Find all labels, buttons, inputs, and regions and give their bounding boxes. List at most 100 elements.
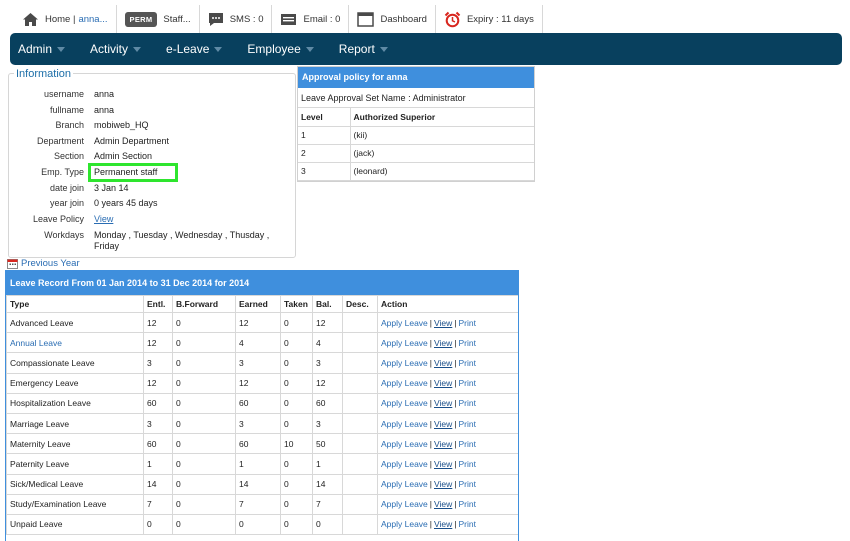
info-row-section: Section Admin Section <box>9 151 297 162</box>
leave-bal: 7 <box>312 493 343 515</box>
leave-taken: 0 <box>280 513 313 536</box>
info-label: fullname <box>49 104 84 115</box>
sms-link[interactable]: SMS : 0 <box>200 5 273 33</box>
view-link[interactable]: View <box>434 459 452 469</box>
print-link[interactable]: Print <box>459 378 476 388</box>
leave-actions: Apply Leave | View | Print <box>377 433 518 455</box>
apply-leave-link[interactable]: Apply Leave <box>381 479 428 489</box>
apply-leave-link[interactable]: Apply Leave <box>381 499 428 509</box>
apply-leave-link[interactable]: Apply Leave <box>381 338 428 348</box>
apply-leave-link[interactable]: Apply Leave <box>381 318 428 328</box>
view-link[interactable]: View <box>434 338 452 348</box>
print-link[interactable]: Print <box>459 398 476 408</box>
approval-set-name: Leave Approval Set Name : Administrator <box>298 88 534 108</box>
caret-down-icon <box>305 46 314 52</box>
view-link[interactable]: View <box>434 398 452 408</box>
leave-record-body: Advanced Leave 12 0 12 0 12 Apply Leave | View | P… <box>6 311 518 536</box>
nav-admin[interactable]: Admin <box>10 42 73 56</box>
info-value: anna <box>94 104 115 115</box>
print-link[interactable]: Print <box>459 519 476 529</box>
leave-bal: 1 <box>312 453 343 475</box>
info-value: 0 years 45 days <box>94 198 158 208</box>
print-link[interactable]: Print <box>459 419 476 429</box>
apply-leave-link[interactable]: Apply Leave <box>381 459 428 469</box>
leave-entl: 12 <box>143 372 173 394</box>
leave-type: Unpaid Leave <box>6 513 144 536</box>
nav-eleave[interactable]: e-Leave <box>158 42 230 56</box>
apply-leave-link[interactable]: Apply Leave <box>381 419 428 429</box>
info-value: Admin Department <box>94 135 170 146</box>
leave-actions: Apply Leave | View | Print <box>377 352 518 374</box>
nav-report[interactable]: Report <box>331 42 396 56</box>
leave-actions: Apply Leave | View | Print <box>377 473 518 495</box>
expiry-link[interactable]: Expiry : 11 days <box>436 5 543 33</box>
leave-actions: Apply Leave | View | Print <box>377 332 518 354</box>
print-link[interactable]: Print <box>459 358 476 368</box>
info-value: mobiweb_HQ <box>94 120 149 130</box>
home-link[interactable]: Home | anna... <box>14 5 117 33</box>
dashboard-link[interactable]: Dashboard <box>349 5 436 33</box>
caret-down-icon <box>133 46 142 52</box>
view-link[interactable]: View <box>434 439 452 449</box>
action-separator: | <box>429 418 433 429</box>
view-link[interactable]: View <box>434 318 452 328</box>
top-bar: Home | anna... PERM Staff... SMS : 0 Ema… <box>14 5 543 33</box>
info-row-fullname: fullname anna <box>9 105 297 116</box>
print-link[interactable]: Print <box>459 459 476 469</box>
action-separator: | <box>429 499 433 510</box>
leave-bal: 4 <box>312 332 343 354</box>
staff-link[interactable]: PERM Staff... <box>117 5 200 33</box>
action-separator: | <box>429 317 433 328</box>
view-link[interactable]: View <box>434 419 452 429</box>
leave-earned: 3 <box>235 352 281 374</box>
apply-leave-link[interactable]: Apply Leave <box>381 358 428 368</box>
col-taken: Taken <box>280 295 313 313</box>
apply-leave-link[interactable]: Apply Leave <box>381 519 428 529</box>
leave-taken: 0 <box>280 412 313 435</box>
print-link[interactable]: Print <box>459 439 476 449</box>
view-link[interactable]: View <box>434 358 452 368</box>
info-value: 3 Jan 14 <box>94 182 129 193</box>
leave-desc <box>342 513 378 536</box>
home-user-link[interactable]: anna... <box>78 14 107 25</box>
print-link[interactable]: Print <box>459 479 476 489</box>
leave-type: Sick/Medical Leave <box>6 473 144 495</box>
approval-policy-panel: Approval policy for anna Leave Approval … <box>297 66 535 182</box>
print-link[interactable]: Print <box>459 318 476 328</box>
apply-leave-link[interactable]: Apply Leave <box>381 439 428 449</box>
email-link[interactable]: Email : 0 <box>272 5 350 33</box>
leave-bal: 12 <box>312 372 343 394</box>
leave-bforward: 0 <box>172 412 236 435</box>
nav-activity[interactable]: Activity <box>82 42 149 56</box>
action-separator: | <box>454 458 457 469</box>
leave-policy-view-link[interactable]: View <box>94 214 113 224</box>
chat-icon <box>208 12 224 27</box>
leave-taken: 0 <box>280 332 313 354</box>
leave-earned: 60 <box>235 392 281 414</box>
info-label: year join <box>49 198 84 208</box>
action-separator: | <box>454 317 457 328</box>
table-row: Advanced Leave 12 0 12 0 12 Apply Leave | View | P… <box>6 311 518 334</box>
nav-employee[interactable]: Employee <box>239 42 321 56</box>
view-link[interactable]: View <box>434 479 452 489</box>
home-label: Home | <box>45 13 76 25</box>
leave-bforward: 0 <box>172 453 236 475</box>
print-link[interactable]: Print <box>459 338 476 348</box>
previous-year-link[interactable]: Previous Year <box>7 258 80 269</box>
table-row: Unpaid Leave 0 0 0 0 0 Apply Leave | View | Print <box>6 513 518 536</box>
table-row: Maternity Leave 60 0 60 10 50 Apply Leave | View… <box>6 433 518 455</box>
view-link[interactable]: View <box>434 519 452 529</box>
apply-leave-link[interactable]: Apply Leave <box>381 398 428 408</box>
print-link[interactable]: Print <box>459 499 476 509</box>
info-row-year-join: year join 0 years 45 days <box>9 198 297 209</box>
nav-employee-label: Employee <box>247 42 301 56</box>
view-link[interactable]: View <box>434 499 452 509</box>
leave-desc <box>342 493 378 515</box>
window-icon <box>357 11 375 27</box>
apply-leave-link[interactable]: Apply Leave <box>381 378 428 388</box>
leave-earned: 3 <box>235 412 281 435</box>
leave-bal: 50 <box>312 433 343 455</box>
approval-level: 2 <box>298 144 351 163</box>
view-link[interactable]: View <box>434 378 452 388</box>
action-separator: | <box>429 398 433 409</box>
